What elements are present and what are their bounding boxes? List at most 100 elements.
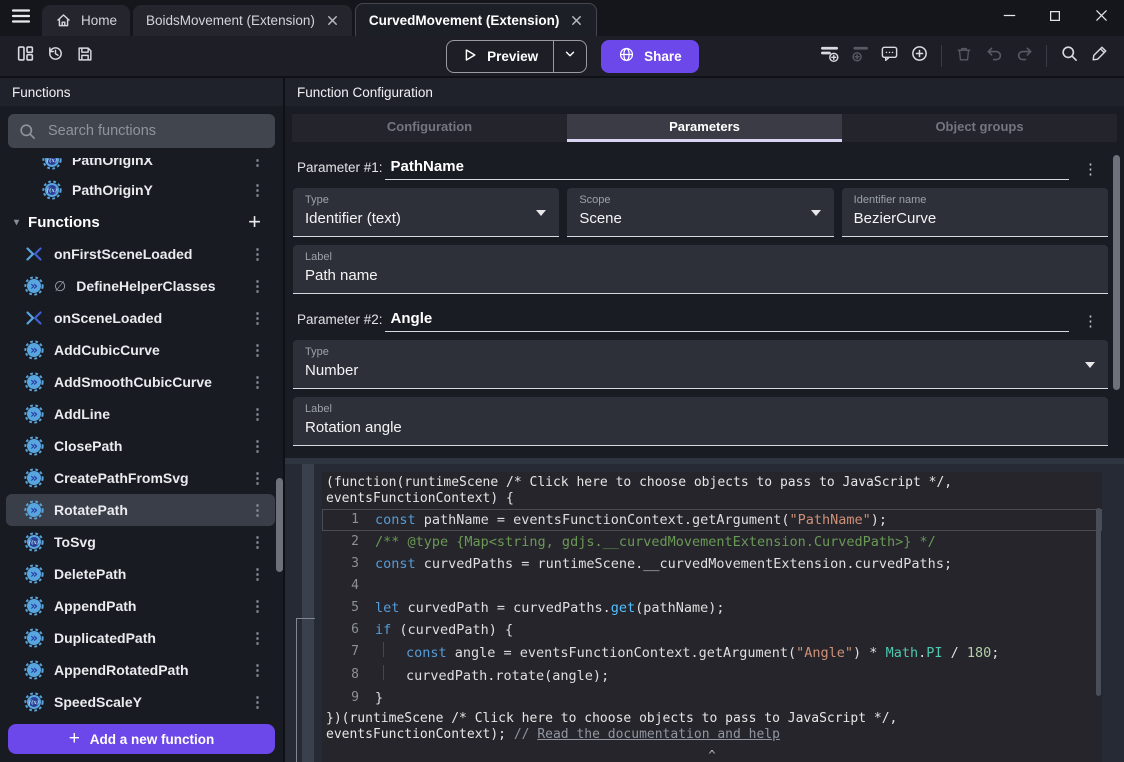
line-number: 4 bbox=[323, 576, 375, 596]
function-item-CreatePathFromSvg[interactable]: »CreatePathFromSvg⋮ bbox=[6, 462, 275, 494]
tab-boidsmovement[interactable]: BoidsMovement (Extension) bbox=[133, 5, 352, 36]
overflow-menu-button[interactable]: ⋮ bbox=[246, 158, 269, 169]
save-icon bbox=[76, 45, 94, 68]
tab-parameters[interactable]: Parameters bbox=[567, 114, 842, 142]
overflow-menu-button[interactable]: ⋮ bbox=[246, 437, 269, 455]
code-line-4[interactable]: 4 bbox=[322, 575, 1102, 597]
function-item-AppendPath[interactable]: »AppendPath⋮ bbox=[6, 590, 275, 622]
type-field[interactable]: TypeNumber bbox=[293, 340, 1108, 389]
functions-group-header[interactable]: ▾ Functions + bbox=[6, 206, 275, 238]
parameter-1-menu-button[interactable]: ⋮ bbox=[1083, 160, 1098, 178]
parameter-1-name-input[interactable]: PathName bbox=[385, 158, 1069, 180]
preview-dropdown-button[interactable] bbox=[554, 41, 586, 72]
overflow-menu-button[interactable]: ⋮ bbox=[246, 501, 269, 519]
overflow-menu-button[interactable]: ⋮ bbox=[246, 309, 269, 327]
function-item-AppendRotatedPath[interactable]: »AppendRotatedPath⋮ bbox=[6, 654, 275, 686]
function-item-ToSvg[interactable]: f(x)ToSvg⋮ bbox=[6, 526, 275, 558]
overflow-menu-button[interactable]: ⋮ bbox=[246, 693, 269, 711]
identifier-name-field[interactable]: Identifier nameBezierCurve bbox=[842, 188, 1108, 237]
javascript-code-event[interactable]: (function(runtimeScene /* Click here to … bbox=[322, 472, 1102, 762]
code-line-6[interactable]: 6if (curvedPath) { bbox=[322, 619, 1102, 641]
titlebar: Home BoidsMovement (Extension) CurvedMov… bbox=[0, 0, 1124, 36]
add-event-button[interactable] bbox=[814, 41, 844, 71]
scope-field[interactable]: ScopeScene bbox=[567, 188, 833, 237]
overflow-menu-button[interactable]: ⋮ bbox=[246, 597, 269, 615]
add-comment-button[interactable] bbox=[874, 41, 904, 71]
function-item-PathOriginY[interactable]: f(x)PathOriginY⋮ bbox=[6, 174, 275, 206]
function-item-AddLine[interactable]: »AddLine⋮ bbox=[6, 398, 275, 430]
code-line-1[interactable]: 1const pathName = eventsFunctionContext.… bbox=[322, 509, 1102, 531]
function-item-onFirstSceneLoaded[interactable]: onFirstSceneLoaded⋮ bbox=[6, 238, 275, 270]
function-item-onSceneLoaded[interactable]: onSceneLoaded⋮ bbox=[6, 302, 275, 334]
overflow-menu-button[interactable]: ⋮ bbox=[246, 405, 269, 423]
overflow-menu-button[interactable]: ⋮ bbox=[246, 341, 269, 359]
parameter-2-label-field[interactable]: Label Rotation angle bbox=[293, 397, 1108, 446]
add-new-function-button[interactable]: + Add a new function bbox=[8, 724, 275, 754]
code-line-2[interactable]: 2/** @type {Map<string, gdjs.__curvedMov… bbox=[322, 531, 1102, 553]
code-lines[interactable]: 1const pathName = eventsFunctionContext.… bbox=[322, 509, 1102, 709]
overflow-menu-button[interactable]: ⋮ bbox=[246, 629, 269, 647]
code-scrollbar[interactable] bbox=[1096, 508, 1101, 696]
maximize-button[interactable] bbox=[1032, 0, 1078, 36]
function-item-AddCubicCurve[interactable]: »AddCubicCurve⋮ bbox=[6, 334, 275, 366]
code-line-3[interactable]: 3const curvedPaths = runtimeScene.__curv… bbox=[322, 553, 1102, 575]
function-item-DefineHelperClasses[interactable]: »∅DefineHelperClasses⋮ bbox=[6, 270, 275, 302]
overflow-menu-button[interactable]: ⋮ bbox=[246, 469, 269, 487]
function-item-AddSmoothCubicCurve[interactable]: »AddSmoothCubicCurve⋮ bbox=[6, 366, 275, 398]
close-window-button[interactable] bbox=[1078, 0, 1124, 36]
parameter-2-header: Parameter #2: Angle ⋮ bbox=[297, 310, 1110, 332]
history-button[interactable] bbox=[40, 41, 70, 71]
close-icon[interactable] bbox=[326, 14, 339, 27]
add-function-plus-button[interactable]: + bbox=[242, 209, 267, 235]
overflow-menu-button[interactable]: ⋮ bbox=[246, 565, 269, 583]
preview-main[interactable]: Preview bbox=[447, 41, 553, 72]
save-button[interactable] bbox=[70, 41, 100, 71]
function-item-ClosePath[interactable]: »ClosePath⋮ bbox=[6, 430, 275, 462]
fx-icon: f(x) bbox=[24, 692, 44, 712]
action-icon: » bbox=[24, 500, 44, 520]
overflow-menu-button[interactable]: ⋮ bbox=[246, 661, 269, 679]
tab-home[interactable]: Home bbox=[42, 5, 130, 36]
preview-button[interactable]: Preview bbox=[446, 40, 587, 73]
code-line-7[interactable]: 7const angle = eventsFunctionContext.get… bbox=[322, 641, 1102, 664]
overflow-menu-button[interactable]: ⋮ bbox=[246, 245, 269, 263]
share-button[interactable]: Share bbox=[601, 40, 699, 73]
function-item-PathOriginX[interactable]: f(x)PathOriginX⋮ bbox=[6, 158, 275, 174]
tab-object-groups[interactable]: Object groups bbox=[842, 114, 1117, 142]
search-box[interactable] bbox=[8, 114, 275, 148]
main-menu-button[interactable] bbox=[0, 0, 42, 36]
function-item-DeletePath[interactable]: »DeletePath⋮ bbox=[6, 558, 275, 590]
code-line-9[interactable]: 9} bbox=[322, 687, 1102, 709]
overflow-menu-button[interactable]: ⋮ bbox=[246, 277, 269, 295]
close-icon[interactable] bbox=[570, 14, 583, 27]
minimize-button[interactable] bbox=[986, 0, 1032, 36]
search-button[interactable] bbox=[1054, 41, 1084, 71]
collapse-caret[interactable]: ^ bbox=[322, 748, 1102, 762]
code-line-8[interactable]: 8curvedPath.rotate(angle); bbox=[322, 664, 1102, 687]
add-other-button[interactable] bbox=[904, 41, 934, 71]
function-item-RotatePath[interactable]: »RotatePath⋮ bbox=[6, 494, 275, 526]
overflow-menu-button[interactable]: ⋮ bbox=[246, 181, 269, 199]
overflow-menu-button[interactable]: ⋮ bbox=[246, 533, 269, 551]
search-input[interactable] bbox=[46, 122, 265, 140]
code-line-5[interactable]: 5let curvedPath = curvedPaths.get(pathNa… bbox=[322, 597, 1102, 619]
field-value: BezierCurve bbox=[854, 210, 1096, 227]
documentation-link[interactable]: Read the documentation and help bbox=[537, 727, 780, 742]
tab-configuration[interactable]: Configuration bbox=[292, 114, 567, 142]
tab-curvedmovement[interactable]: CurvedMovement (Extension) bbox=[355, 3, 598, 36]
theme-button[interactable] bbox=[1084, 41, 1114, 71]
sidebar-scrollbar[interactable] bbox=[276, 478, 283, 572]
parameter-1-label-field[interactable]: Label Path name bbox=[293, 245, 1108, 294]
overflow-menu-button[interactable]: ⋮ bbox=[246, 373, 269, 391]
function-item-DuplicatedPath[interactable]: »DuplicatedPath⋮ bbox=[6, 622, 275, 654]
code-header[interactable]: (function(runtimeScene /* Click here to … bbox=[322, 472, 1102, 507]
parameter-2-menu-button[interactable]: ⋮ bbox=[1083, 312, 1098, 330]
project-manager-button[interactable] bbox=[10, 41, 40, 71]
private-icon: ∅ bbox=[54, 278, 66, 295]
svg-text:»: » bbox=[30, 631, 38, 645]
parameters-scrollbar[interactable] bbox=[1113, 155, 1120, 390]
function-item-SpeedScaleY[interactable]: f(x)SpeedScaleY⋮ bbox=[6, 686, 275, 716]
type-field[interactable]: TypeIdentifier (text) bbox=[293, 188, 559, 237]
line-content: } bbox=[375, 688, 383, 708]
parameter-2-name-input[interactable]: Angle bbox=[385, 310, 1069, 332]
